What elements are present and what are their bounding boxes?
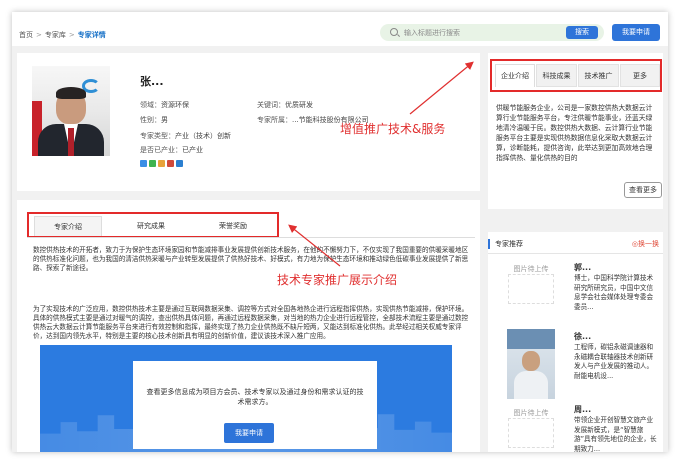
tab-expert-intro[interactable]: 专家介绍	[34, 216, 102, 236]
image-placeholder-label: 图片待上传	[513, 409, 549, 417]
membership-text: 查看更多信息成为项目方会员、技术专家以及通过身份和需求认证的技术需求方。	[146, 388, 364, 406]
refresh-button[interactable]: ◎换一换	[632, 239, 659, 249]
recommend-title: 专家推荐	[495, 240, 523, 248]
share-icons	[140, 160, 185, 168]
breadcrumb: 首页 > 专家库 > 专家详情	[19, 30, 106, 40]
expert-name: 张...	[140, 75, 164, 88]
intro-paragraph: 数控供热技术的开拓者，致力于为保护生态环境家园和节能减排事业发展提供创新技术服务…	[33, 246, 469, 272]
tab-research-results[interactable]: 研究成果	[117, 216, 185, 236]
recommend-expert-desc: 博士，中国科学院计算技术研究所研究员，中国中文信息学会社会媒体处理专委会委员..…	[574, 274, 654, 311]
search-button[interactable]: 搜索	[566, 26, 598, 39]
expert-image-placeholder[interactable]: 图片待上传	[496, 258, 566, 306]
recommend-expert-desc: 工程师，碳铝永磁调速器和永磁耦合联轴器技术创新研发人与产业发展的推动人。耐能电机…	[574, 343, 654, 380]
keyword-info: 关键词：优质研发	[257, 101, 313, 109]
share-weibo-icon[interactable]	[167, 160, 174, 167]
breadcrumb-library[interactable]: 专家库	[45, 31, 66, 39]
company-panel: 企业介绍 科技成果 技术推广 更多 供暖节能服务企业，公司是一家数控供热大数据云…	[488, 53, 663, 209]
recommend-expert-name[interactable]: 周...	[574, 404, 591, 415]
industry-info: 是否已产业：已产业	[140, 146, 203, 154]
tab-tech-promotion[interactable]: 技术推广	[578, 64, 619, 87]
share-qzone-icon[interactable]	[140, 160, 147, 167]
breadcrumb-separator: >	[68, 31, 75, 39]
expert-image-placeholder[interactable]: 图片待上传	[496, 402, 566, 450]
tab-bar: 专家介绍 研究成果 荣誉奖励	[27, 212, 279, 238]
expert-recommend-panel: 专家推荐 ◎换一换 图片待上传 郭... 博士，中国科学院计算技术研究所研究员，…	[488, 232, 663, 452]
search-box: 输入标题进行搜索 搜索	[380, 24, 604, 41]
expert-avatar	[32, 66, 110, 156]
divider	[27, 237, 475, 238]
recommend-expert-desc: 带领企业开创智慧文旅产业发展新模式，是“智慧旅游”具有领先地位的企业，长期致力.…	[574, 416, 657, 452]
company-tab-bar: 企业介绍 科技成果 技术推广 更多	[490, 59, 662, 92]
view-more-button[interactable]: 查看更多	[624, 182, 662, 198]
browser-frame: 首页 > 专家库 > 专家详情 输入标题进行搜索 搜索 我要申请 张... 领域：资源环…	[12, 12, 668, 452]
search-input[interactable]: 输入标题进行搜索	[404, 28, 460, 38]
annotation-right: 增值推广技术&服务	[340, 122, 446, 136]
company-description: 供暖节能服务企业，公司是一家数控供热大数据云计算行业节能服务平台，专注供暖节能事…	[496, 104, 653, 162]
tab-company-intro[interactable]: 企业介绍	[495, 64, 535, 87]
annotation-left: 技术专家推广展示介绍	[277, 273, 398, 287]
image-placeholder-label: 图片待上传	[513, 265, 549, 273]
top-bar: 首页 > 专家库 > 专家详情 输入标题进行搜索 搜索 我要申请	[12, 12, 668, 46]
tab-more[interactable]: 更多	[620, 64, 660, 87]
breadcrumb-current: 专家详情	[77, 31, 106, 39]
recommend-header: 专家推荐 ◎换一换	[488, 232, 663, 254]
apply-button[interactable]: 我要申请	[224, 423, 274, 443]
type-info: 专家类型：产业（技术）创新	[140, 132, 231, 140]
field-info: 领域：资源环保	[140, 101, 189, 109]
tab-tech-achievements[interactable]: 科技成果	[536, 64, 577, 87]
apply-button-top[interactable]: 我要申请	[612, 24, 660, 41]
membership-banner: 查看更多信息成为项目方会员、技术专家以及通过身份和需求认证的技术需求方。 我要申…	[40, 345, 452, 452]
tab-honors[interactable]: 荣誉奖励	[199, 216, 267, 236]
search-icon	[390, 28, 398, 36]
recommend-expert-name[interactable]: 徐...	[574, 331, 591, 342]
share-qq-icon[interactable]	[158, 160, 165, 167]
breadcrumb-separator: >	[36, 31, 42, 39]
share-more-icon[interactable]	[176, 160, 183, 167]
membership-card: 查看更多信息成为项目方会员、技术专家以及通过身份和需求认证的技术需求方。 我要申…	[133, 361, 377, 449]
intro-paragraph: 为了实现技术的广泛应用，数控供热技术主要是通过互联网数据采集、调控等方式对全国各…	[33, 305, 469, 340]
share-wechat-icon[interactable]	[149, 160, 156, 167]
breadcrumb-home[interactable]: 首页	[19, 31, 33, 39]
recommend-expert-name[interactable]: 郭...	[574, 262, 591, 273]
expert-photo[interactable]	[507, 329, 555, 399]
gender-info: 性别：男	[140, 116, 168, 124]
